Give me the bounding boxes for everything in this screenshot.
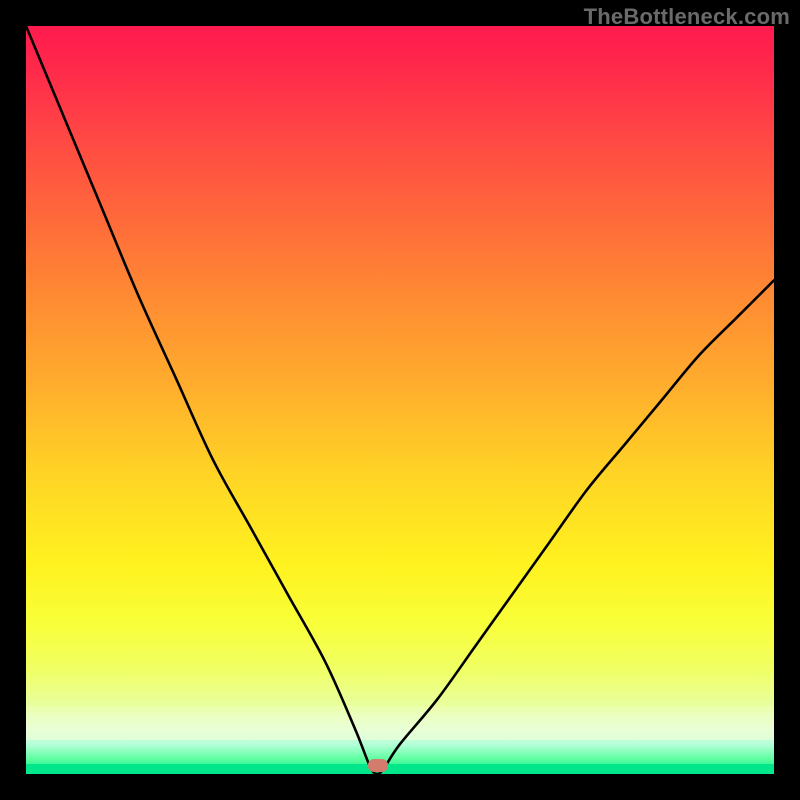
optimal-point-marker [368, 759, 388, 772]
watermark-text: TheBottleneck.com [584, 4, 790, 30]
chart-frame: TheBottleneck.com [0, 0, 800, 800]
bottleneck-curve [26, 26, 774, 774]
plot-area [26, 26, 774, 774]
